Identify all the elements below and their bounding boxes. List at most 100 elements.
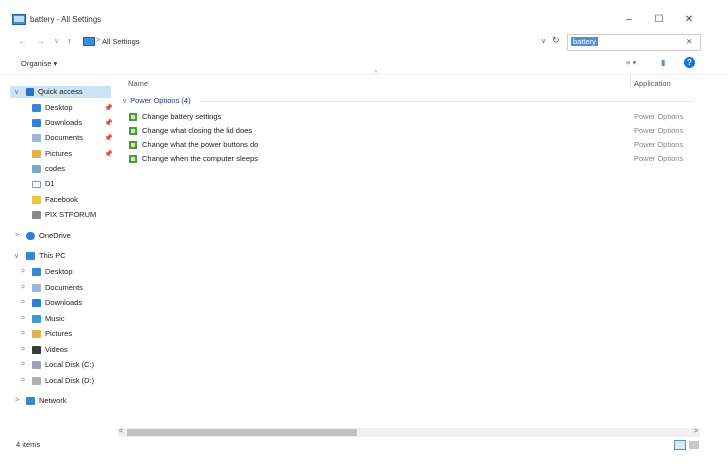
refresh-button[interactable]: ↻ — [552, 35, 560, 46]
chevron-right-icon[interactable]: > — [21, 377, 25, 384]
column-header-location[interactable]: Application — [634, 79, 671, 88]
up-button[interactable]: ↑ — [67, 36, 72, 46]
list-item[interactable]: Change what closing the lid does Power O… — [126, 124, 701, 138]
pin-icon: 📌 — [104, 151, 113, 158]
drive-icon — [32, 361, 41, 370]
power-options-icon — [129, 127, 137, 135]
details-view-button[interactable] — [674, 440, 686, 450]
chevron-right-icon[interactable]: > — [15, 397, 19, 404]
minimize-button[interactable]: – — [614, 10, 644, 30]
sidebar-item-label: This PC — [39, 251, 66, 260]
item-name: Change battery settings — [142, 112, 222, 121]
item-location: Power Options — [634, 154, 684, 163]
sidebar-item-label: Quick access — [38, 87, 83, 96]
sidebar-item-label: OneDrive — [39, 231, 71, 240]
chevron-right-icon[interactable]: > — [21, 330, 25, 337]
column-divider[interactable] — [630, 75, 631, 89]
music-icon — [32, 315, 41, 324]
maximize-button[interactable]: ☐ — [644, 10, 674, 30]
power-options-icon — [129, 155, 137, 163]
pictures-icon — [32, 150, 41, 159]
close-button[interactable]: ✕ — [674, 10, 704, 30]
breadcrumb-separator: > — [96, 37, 101, 44]
large-icons-view-button[interactable] — [689, 441, 699, 449]
forward-button[interactable]: → — [36, 36, 45, 46]
drive-icon — [32, 180, 41, 188]
sidebar-item-documents[interactable]: Documents — [32, 131, 83, 145]
sidebar-item-codes[interactable]: codes — [32, 162, 65, 176]
sidebar-item-pc-music[interactable]: Music — [32, 312, 65, 326]
documents-icon — [32, 134, 41, 143]
sidebar-item-network[interactable]: Network — [26, 394, 67, 408]
sidebar-item-pc-documents[interactable]: Documents — [32, 281, 83, 295]
address-bar[interactable] — [82, 35, 538, 49]
list-item[interactable]: Change when the computer sleeps Power Op… — [126, 152, 701, 166]
sidebar-item-pix-stforum[interactable]: PIX STFORUM — [32, 208, 96, 222]
window-title: battery - All Settings — [30, 15, 102, 24]
sidebar-item-pc-desktop[interactable]: Desktop — [32, 265, 73, 279]
list-item[interactable]: Change battery settings Power Options — [126, 110, 701, 124]
folder-icon — [32, 299, 41, 308]
chevron-right-icon[interactable]: > — [21, 346, 25, 353]
sidebar-item-label: D1 — [45, 179, 55, 188]
chevron-right-icon[interactable]: > — [15, 232, 19, 239]
scrollbar-thumb[interactable] — [127, 429, 357, 436]
sidebar-item-pc-downloads[interactable]: Downloads — [32, 296, 82, 310]
clear-search-button[interactable]: ✕ — [686, 37, 692, 46]
sidebar-item-local-disk-d[interactable]: Local Disk (D:) — [32, 374, 94, 388]
sidebar-item-pictures[interactable]: Pictures — [32, 147, 72, 161]
column-header-name[interactable]: Name — [128, 79, 148, 88]
view-options-button[interactable]: ≡ ▾ — [626, 58, 636, 67]
scroll-left-button[interactable]: < — [119, 428, 123, 435]
chevron-right-icon[interactable]: > — [21, 361, 25, 368]
sidebar-item-label: Documents — [45, 283, 83, 292]
search-query[interactable]: battery — [571, 37, 598, 46]
back-button[interactable]: ← — [18, 36, 27, 46]
chevron-down-icon[interactable]: ∨ — [14, 88, 19, 96]
help-button[interactable]: ? — [684, 57, 695, 68]
chevron-down-icon: ∨ — [122, 98, 128, 105]
chevron-right-icon[interactable]: > — [21, 268, 25, 275]
sidebar-item-label: Pictures — [45, 329, 73, 338]
item-name: Change what closing the lid does — [142, 126, 253, 135]
pin-icon: 📌 — [104, 120, 113, 127]
sidebar-item-label: codes — [45, 164, 66, 173]
sidebar-item-pc-videos[interactable]: Videos — [32, 343, 68, 357]
sidebar-item-quick-access[interactable]: Quick access — [26, 85, 83, 99]
address-dropdown-button[interactable]: ∨ — [541, 37, 546, 45]
star-icon — [26, 88, 34, 97]
recent-locations-button[interactable]: ∨ — [54, 37, 59, 45]
list-item[interactable]: Change what the power buttons do Power O… — [126, 138, 701, 152]
preview-pane-button[interactable]: ▮ — [661, 58, 665, 67]
sidebar-item-desktop[interactable]: Desktop — [32, 101, 73, 115]
folder-icon — [32, 119, 41, 128]
item-location: Power Options — [634, 112, 684, 121]
item-name: Change when the computer sleeps — [142, 154, 258, 163]
item-count: 4 items — [16, 440, 41, 449]
sidebar-item-pc-pictures[interactable]: Pictures — [32, 327, 72, 341]
sidebar-item-facebook[interactable]: Facebook — [32, 193, 78, 207]
chevron-down-icon[interactable]: ∨ — [14, 252, 19, 260]
sidebar-item-label: PIX STFORUM — [45, 210, 97, 219]
sidebar-item-onedrive[interactable]: OneDrive — [26, 229, 71, 243]
sidebar-item-downloads[interactable]: Downloads — [32, 116, 82, 130]
sidebar-item-this-pc[interactable]: This PC — [26, 249, 66, 263]
sidebar-item-local-disk-c[interactable]: Local Disk (C:) — [32, 358, 94, 372]
sidebar-item-d1[interactable]: D1 — [32, 177, 55, 191]
breadcrumb-all-settings[interactable]: All Settings — [102, 37, 140, 46]
organise-button[interactable]: Organise ▾ — [21, 59, 57, 68]
pin-icon: 📌 — [104, 105, 113, 112]
chevron-right-icon[interactable]: > — [21, 299, 25, 306]
command-bar — [0, 54, 728, 75]
network-icon — [26, 397, 35, 406]
pictures-icon — [32, 330, 41, 339]
group-label: Power Options (4) — [130, 96, 191, 105]
sidebar-item-label: Network — [39, 396, 67, 405]
sidebar-item-label: Downloads — [45, 118, 83, 127]
scroll-right-button[interactable]: > — [694, 428, 698, 435]
sidebar-item-label: Desktop — [45, 267, 73, 276]
sidebar-item-label: Local Disk (D:) — [45, 376, 95, 385]
group-header-power-options[interactable]: ∨ Power Options (4) — [122, 96, 191, 105]
chevron-right-icon[interactable]: > — [21, 315, 25, 322]
chevron-right-icon[interactable]: > — [21, 284, 25, 291]
